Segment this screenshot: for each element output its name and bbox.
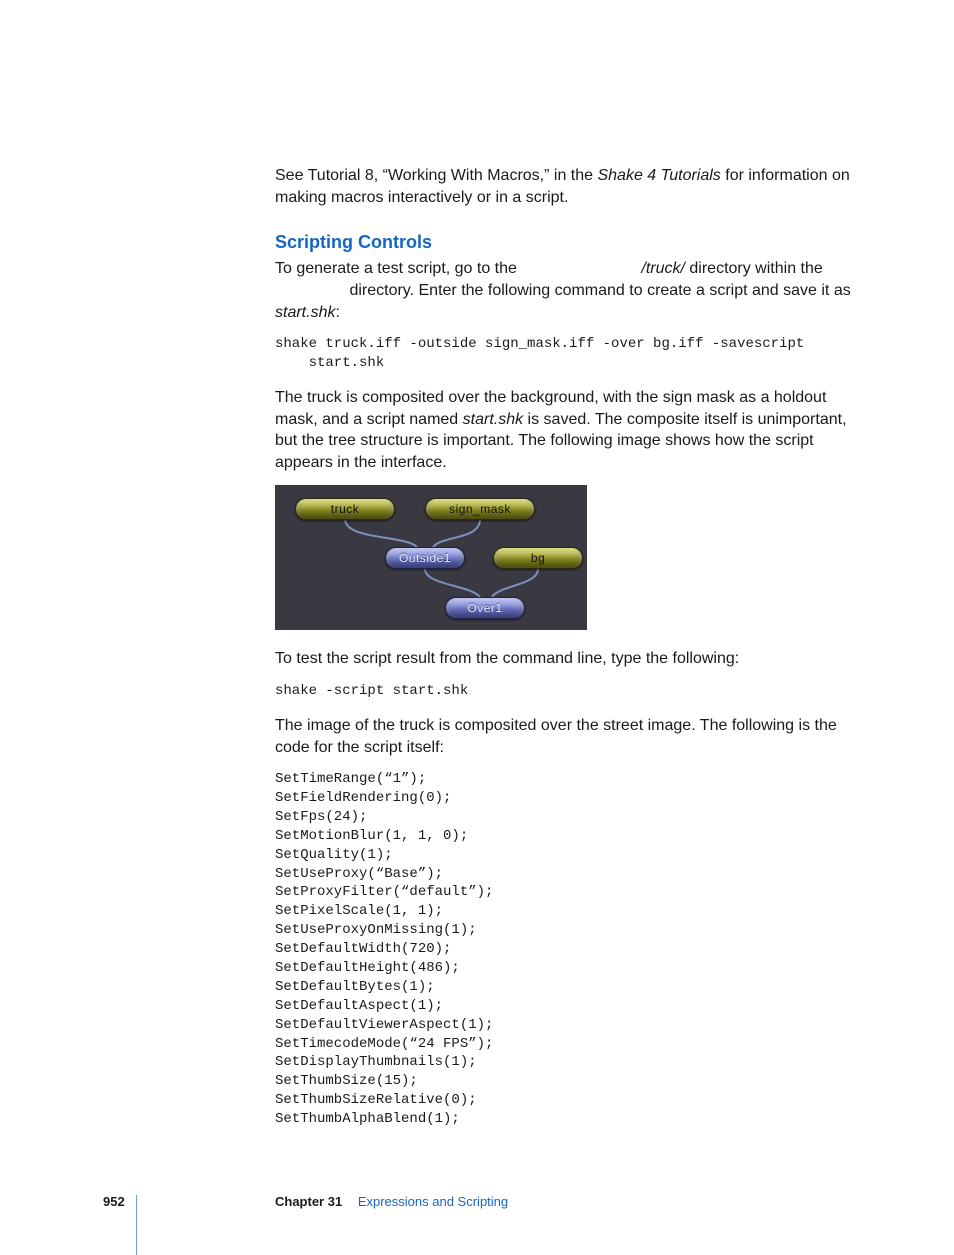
intro-doc-title: Shake 4 Tutorials (597, 167, 720, 184)
node-outside-label: Outside1 (399, 551, 451, 565)
intro-paragraph: See Tutorial 8, “Working With Macros,” i… (275, 165, 859, 208)
node-truck[interactable]: truck (295, 498, 395, 520)
node-over-label: Over1 (467, 601, 502, 615)
margin-rule (136, 1195, 137, 1255)
node-bg[interactable]: bg (493, 547, 583, 569)
code-block-1: shake truck.iff -outside sign_mask.iff -… (275, 335, 859, 373)
paragraph-1: To generate a test script, go to the /tr… (275, 258, 859, 323)
node-over[interactable]: Over1 (445, 597, 525, 619)
chapter-label: Chapter 31 (275, 1194, 342, 1209)
intro-prefix: See Tutorial 8, “Working With Macros,” i… (275, 167, 597, 184)
paragraph-2: The truck is composited over the backgro… (275, 387, 859, 473)
p1-truck: /truck/ (641, 260, 685, 277)
p1-b: directory within the (685, 260, 823, 277)
section-heading: Scripting Controls (275, 230, 859, 254)
node-tree-figure: truck sign_mask Outside1 bg Over1 (275, 485, 587, 630)
chapter-footer: Chapter 31 Expressions and Scripting (275, 1193, 508, 1211)
node-sign-mask-label: sign_mask (449, 502, 511, 516)
p1-d: : (335, 304, 339, 321)
p1-a: To generate a test script, go to the (275, 260, 521, 277)
code-block-3: SetTimeRange(“1”); SetFieldRendering(0);… (275, 770, 859, 1129)
node-sign-mask[interactable]: sign_mask (425, 498, 535, 520)
chapter-title: Expressions and Scripting (358, 1194, 508, 1209)
p1-c: directory. Enter the following command t… (345, 282, 851, 299)
node-outside[interactable]: Outside1 (385, 547, 465, 569)
p1-file: start.shk (275, 304, 335, 321)
code-block-2: shake -script start.shk (275, 682, 859, 701)
page-number: 952 (103, 1193, 125, 1211)
node-bg-label: bg (531, 551, 545, 565)
paragraph-4: The image of the truck is composited ove… (275, 715, 859, 758)
page-body: See Tutorial 8, “Working With Macros,” i… (0, 0, 954, 1235)
node-truck-label: truck (331, 502, 360, 516)
p2-file: start.shk (463, 411, 523, 428)
paragraph-3: To test the script result from the comma… (275, 648, 859, 670)
